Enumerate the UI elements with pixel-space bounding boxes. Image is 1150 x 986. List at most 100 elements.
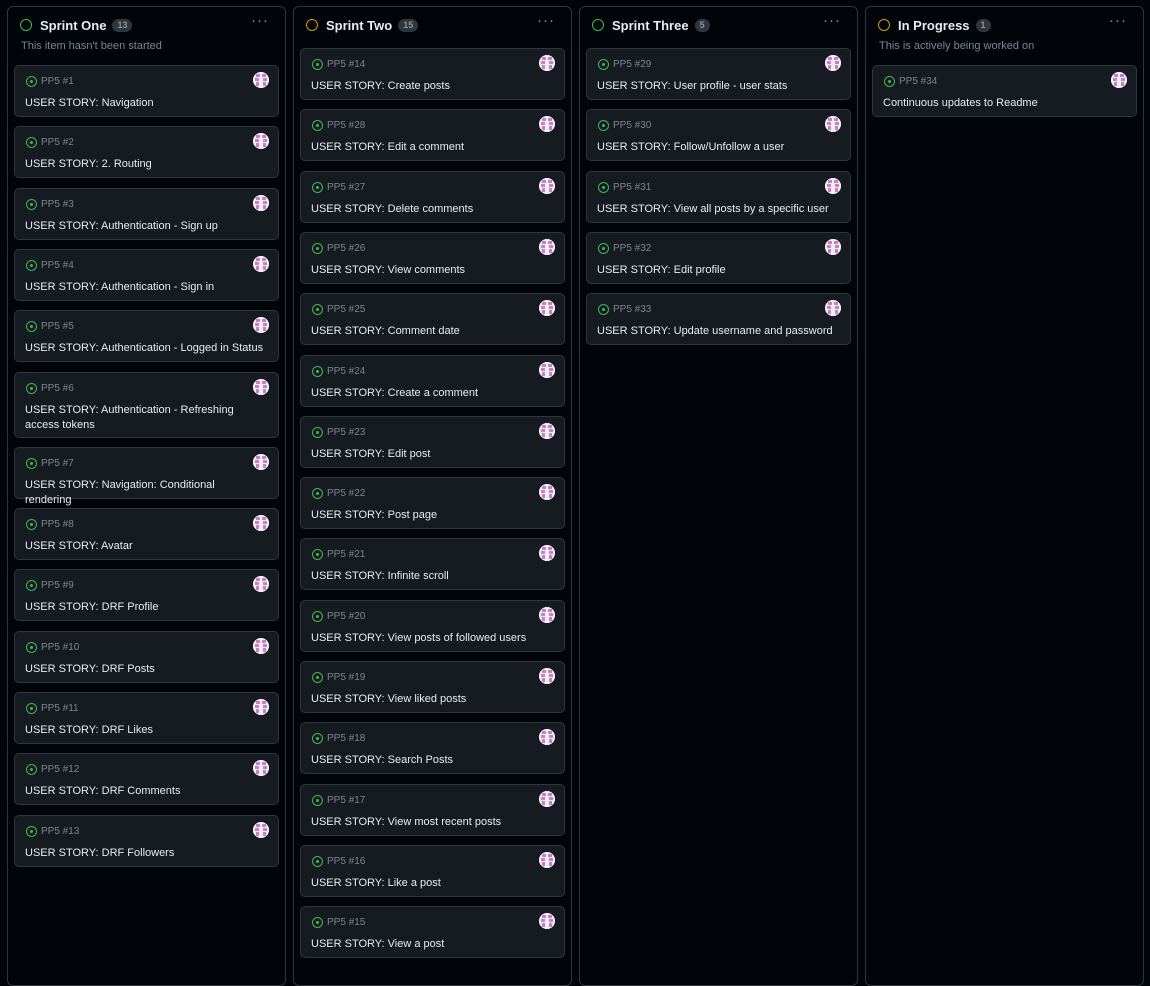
assignee-avatar[interactable] xyxy=(825,300,841,317)
issue-card[interactable]: PP5 #1 USER STORY: Navigation xyxy=(14,65,279,117)
issue-number[interactable]: PP5 #15 xyxy=(327,917,365,929)
issue-number[interactable]: PP5 #10 xyxy=(41,642,79,654)
issue-number[interactable]: PP5 #1 xyxy=(41,76,74,88)
issue-number[interactable]: PP5 #27 xyxy=(327,182,365,194)
issue-title[interactable]: USER STORY: Authentication - Sign up xyxy=(25,219,264,234)
issue-card[interactable]: PP5 #20 USER STORY: View posts of followe… xyxy=(300,599,565,652)
issue-title[interactable]: USER STORY: Authentication - Refreshing … xyxy=(25,403,264,433)
assignee-avatar[interactable] xyxy=(539,177,555,194)
assignee-avatar[interactable] xyxy=(253,760,269,777)
issue-title[interactable]: USER STORY: Navigation: Conditional rend… xyxy=(25,478,264,508)
issue-title[interactable]: USER STORY: DRF Comments xyxy=(25,784,264,799)
issue-card[interactable]: PP5 #21 USER STORY: Infinite scroll xyxy=(300,538,565,591)
issue-number[interactable]: PP5 #31 xyxy=(613,182,651,194)
assignee-avatar[interactable] xyxy=(253,453,269,470)
assignee-avatar[interactable] xyxy=(825,55,841,71)
assignee-avatar[interactable] xyxy=(539,790,555,807)
assignee-avatar[interactable] xyxy=(539,116,555,133)
issue-title[interactable]: USER STORY: User profile - user stats xyxy=(597,79,836,94)
issue-card[interactable]: PP5 #29 USER STORY: User profile - user s… xyxy=(586,48,851,100)
assignee-avatar[interactable] xyxy=(539,668,555,684)
assignee-avatar[interactable] xyxy=(539,545,555,562)
issue-card[interactable]: PP5 #31 USER STORY: View all posts by a s… xyxy=(586,170,851,223)
assignee-avatar[interactable] xyxy=(539,422,555,439)
issue-card[interactable]: PP5 #17 USER STORY: View most recent post… xyxy=(300,783,565,836)
issue-card[interactable]: PP5 #32 USER STORY: Edit profile xyxy=(586,231,851,284)
issue-number[interactable]: PP5 #3 xyxy=(41,199,74,211)
issue-card[interactable]: PP5 #26 USER STORY: View comments xyxy=(300,231,565,284)
assignee-avatar[interactable] xyxy=(253,72,269,88)
assignee-avatar[interactable] xyxy=(825,116,841,133)
assignee-avatar[interactable] xyxy=(253,317,269,334)
issue-card[interactable]: PP5 #33 USER STORY: Update username and p… xyxy=(586,293,851,346)
issue-card[interactable]: PP5 #11 USER STORY: DRF Likes xyxy=(14,692,279,744)
assignee-avatar[interactable] xyxy=(539,851,555,868)
assignee-avatar[interactable] xyxy=(539,913,555,930)
issue-card[interactable]: PP5 #27 USER STORY: Delete comments xyxy=(300,170,565,223)
issue-title[interactable]: USER STORY: View a post xyxy=(311,937,550,952)
assignee-avatar[interactable] xyxy=(539,729,555,746)
issue-card[interactable]: PP5 #34 Continuous updates to Readme xyxy=(872,65,1137,117)
issue-title[interactable]: USER STORY: 2. Routing xyxy=(25,157,264,172)
issue-card[interactable]: PP5 #14 USER STORY: Create posts xyxy=(300,48,565,100)
kebab-menu-icon[interactable]: ··· xyxy=(251,12,269,29)
issue-title[interactable]: USER STORY: DRF Posts xyxy=(25,662,264,677)
issue-card[interactable]: PP5 #25 USER STORY: Comment date xyxy=(300,293,565,346)
assignee-avatar[interactable] xyxy=(253,699,269,715)
issue-number[interactable]: PP5 #32 xyxy=(613,243,651,255)
issue-card[interactable]: PP5 #10 USER STORY: DRF Posts xyxy=(14,630,279,683)
assignee-avatar[interactable] xyxy=(1111,72,1127,88)
issue-title[interactable]: Continuous updates to Readme xyxy=(883,96,1122,111)
issue-title[interactable]: USER STORY: Post page xyxy=(311,508,550,523)
issue-card[interactable]: PP5 #30 USER STORY: Follow/Unfollow a use… xyxy=(586,109,851,162)
issue-number[interactable]: PP5 #18 xyxy=(327,733,365,745)
issue-title[interactable]: USER STORY: Create posts xyxy=(311,79,550,94)
kebab-menu-icon[interactable]: ··· xyxy=(823,12,841,29)
issue-card[interactable]: PP5 #3 USER STORY: Authentication - Sign … xyxy=(14,187,279,240)
assignee-avatar[interactable] xyxy=(253,133,269,150)
issue-card[interactable]: PP5 #18 USER STORY: Search Posts xyxy=(300,722,565,775)
issue-number[interactable]: PP5 #19 xyxy=(327,672,365,684)
assignee-avatar[interactable] xyxy=(253,515,269,532)
issue-title[interactable]: USER STORY: Avatar xyxy=(25,539,264,554)
assignee-avatar[interactable] xyxy=(539,55,555,71)
issue-card[interactable]: PP5 #23 USER STORY: Edit post xyxy=(300,415,565,468)
issue-number[interactable]: PP5 #24 xyxy=(327,366,365,378)
issue-title[interactable]: USER STORY: Follow/Unfollow a user xyxy=(597,140,836,155)
issue-title[interactable]: USER STORY: Delete comments xyxy=(311,202,550,217)
issue-title[interactable]: USER STORY: DRF Likes xyxy=(25,723,264,738)
assignee-avatar[interactable] xyxy=(825,238,841,255)
issue-number[interactable]: PP5 #17 xyxy=(327,795,365,807)
issue-number[interactable]: PP5 #22 xyxy=(327,488,365,500)
issue-title[interactable]: USER STORY: Search Posts xyxy=(311,753,550,768)
issue-card[interactable]: PP5 #5 USER STORY: Authentication - Logge… xyxy=(14,310,279,363)
issue-number[interactable]: PP5 #16 xyxy=(327,856,365,868)
issue-card[interactable]: PP5 #12 USER STORY: DRF Comments xyxy=(14,753,279,806)
issue-card[interactable]: PP5 #8 USER STORY: Avatar xyxy=(14,508,279,561)
issue-card[interactable]: PP5 #6 USER STORY: Authentication - Refre… xyxy=(14,371,279,438)
issue-number[interactable]: PP5 #20 xyxy=(327,611,365,623)
issue-title[interactable]: USER STORY: Authentication - Sign in xyxy=(25,280,264,295)
issue-number[interactable]: PP5 #28 xyxy=(327,120,365,132)
issue-number[interactable]: PP5 #6 xyxy=(41,383,74,395)
issue-title[interactable]: USER STORY: Create a comment xyxy=(311,386,550,401)
issue-number[interactable]: PP5 #14 xyxy=(327,59,365,71)
issue-title[interactable]: USER STORY: Edit profile xyxy=(597,263,836,278)
issue-card[interactable]: PP5 #7 USER STORY: Navigation: Conditiona… xyxy=(14,446,279,506)
assignee-avatar[interactable] xyxy=(539,606,555,623)
issue-title[interactable]: USER STORY: View posts of followed users xyxy=(311,631,550,646)
issue-card[interactable]: PP5 #16 USER STORY: Like a post xyxy=(300,844,565,897)
assignee-avatar[interactable] xyxy=(253,576,269,593)
issue-number[interactable]: PP5 #9 xyxy=(41,580,74,592)
issue-number[interactable]: PP5 #25 xyxy=(327,304,365,316)
issue-number[interactable]: PP5 #8 xyxy=(41,519,74,531)
issue-title[interactable]: USER STORY: View most recent posts xyxy=(311,815,550,830)
issue-number[interactable]: PP5 #5 xyxy=(41,321,74,333)
issue-card[interactable]: PP5 #24 USER STORY: Create a comment xyxy=(300,354,565,407)
issue-card[interactable]: PP5 #2 USER STORY: 2. Routing xyxy=(14,126,279,179)
issue-title[interactable]: USER STORY: Comment date xyxy=(311,324,550,339)
issue-number[interactable]: PP5 #26 xyxy=(327,243,365,255)
issue-number[interactable]: PP5 #30 xyxy=(613,120,651,132)
issue-card[interactable]: PP5 #13 USER STORY: DRF Followers xyxy=(14,814,279,867)
issue-title[interactable]: USER STORY: View comments xyxy=(311,263,550,278)
